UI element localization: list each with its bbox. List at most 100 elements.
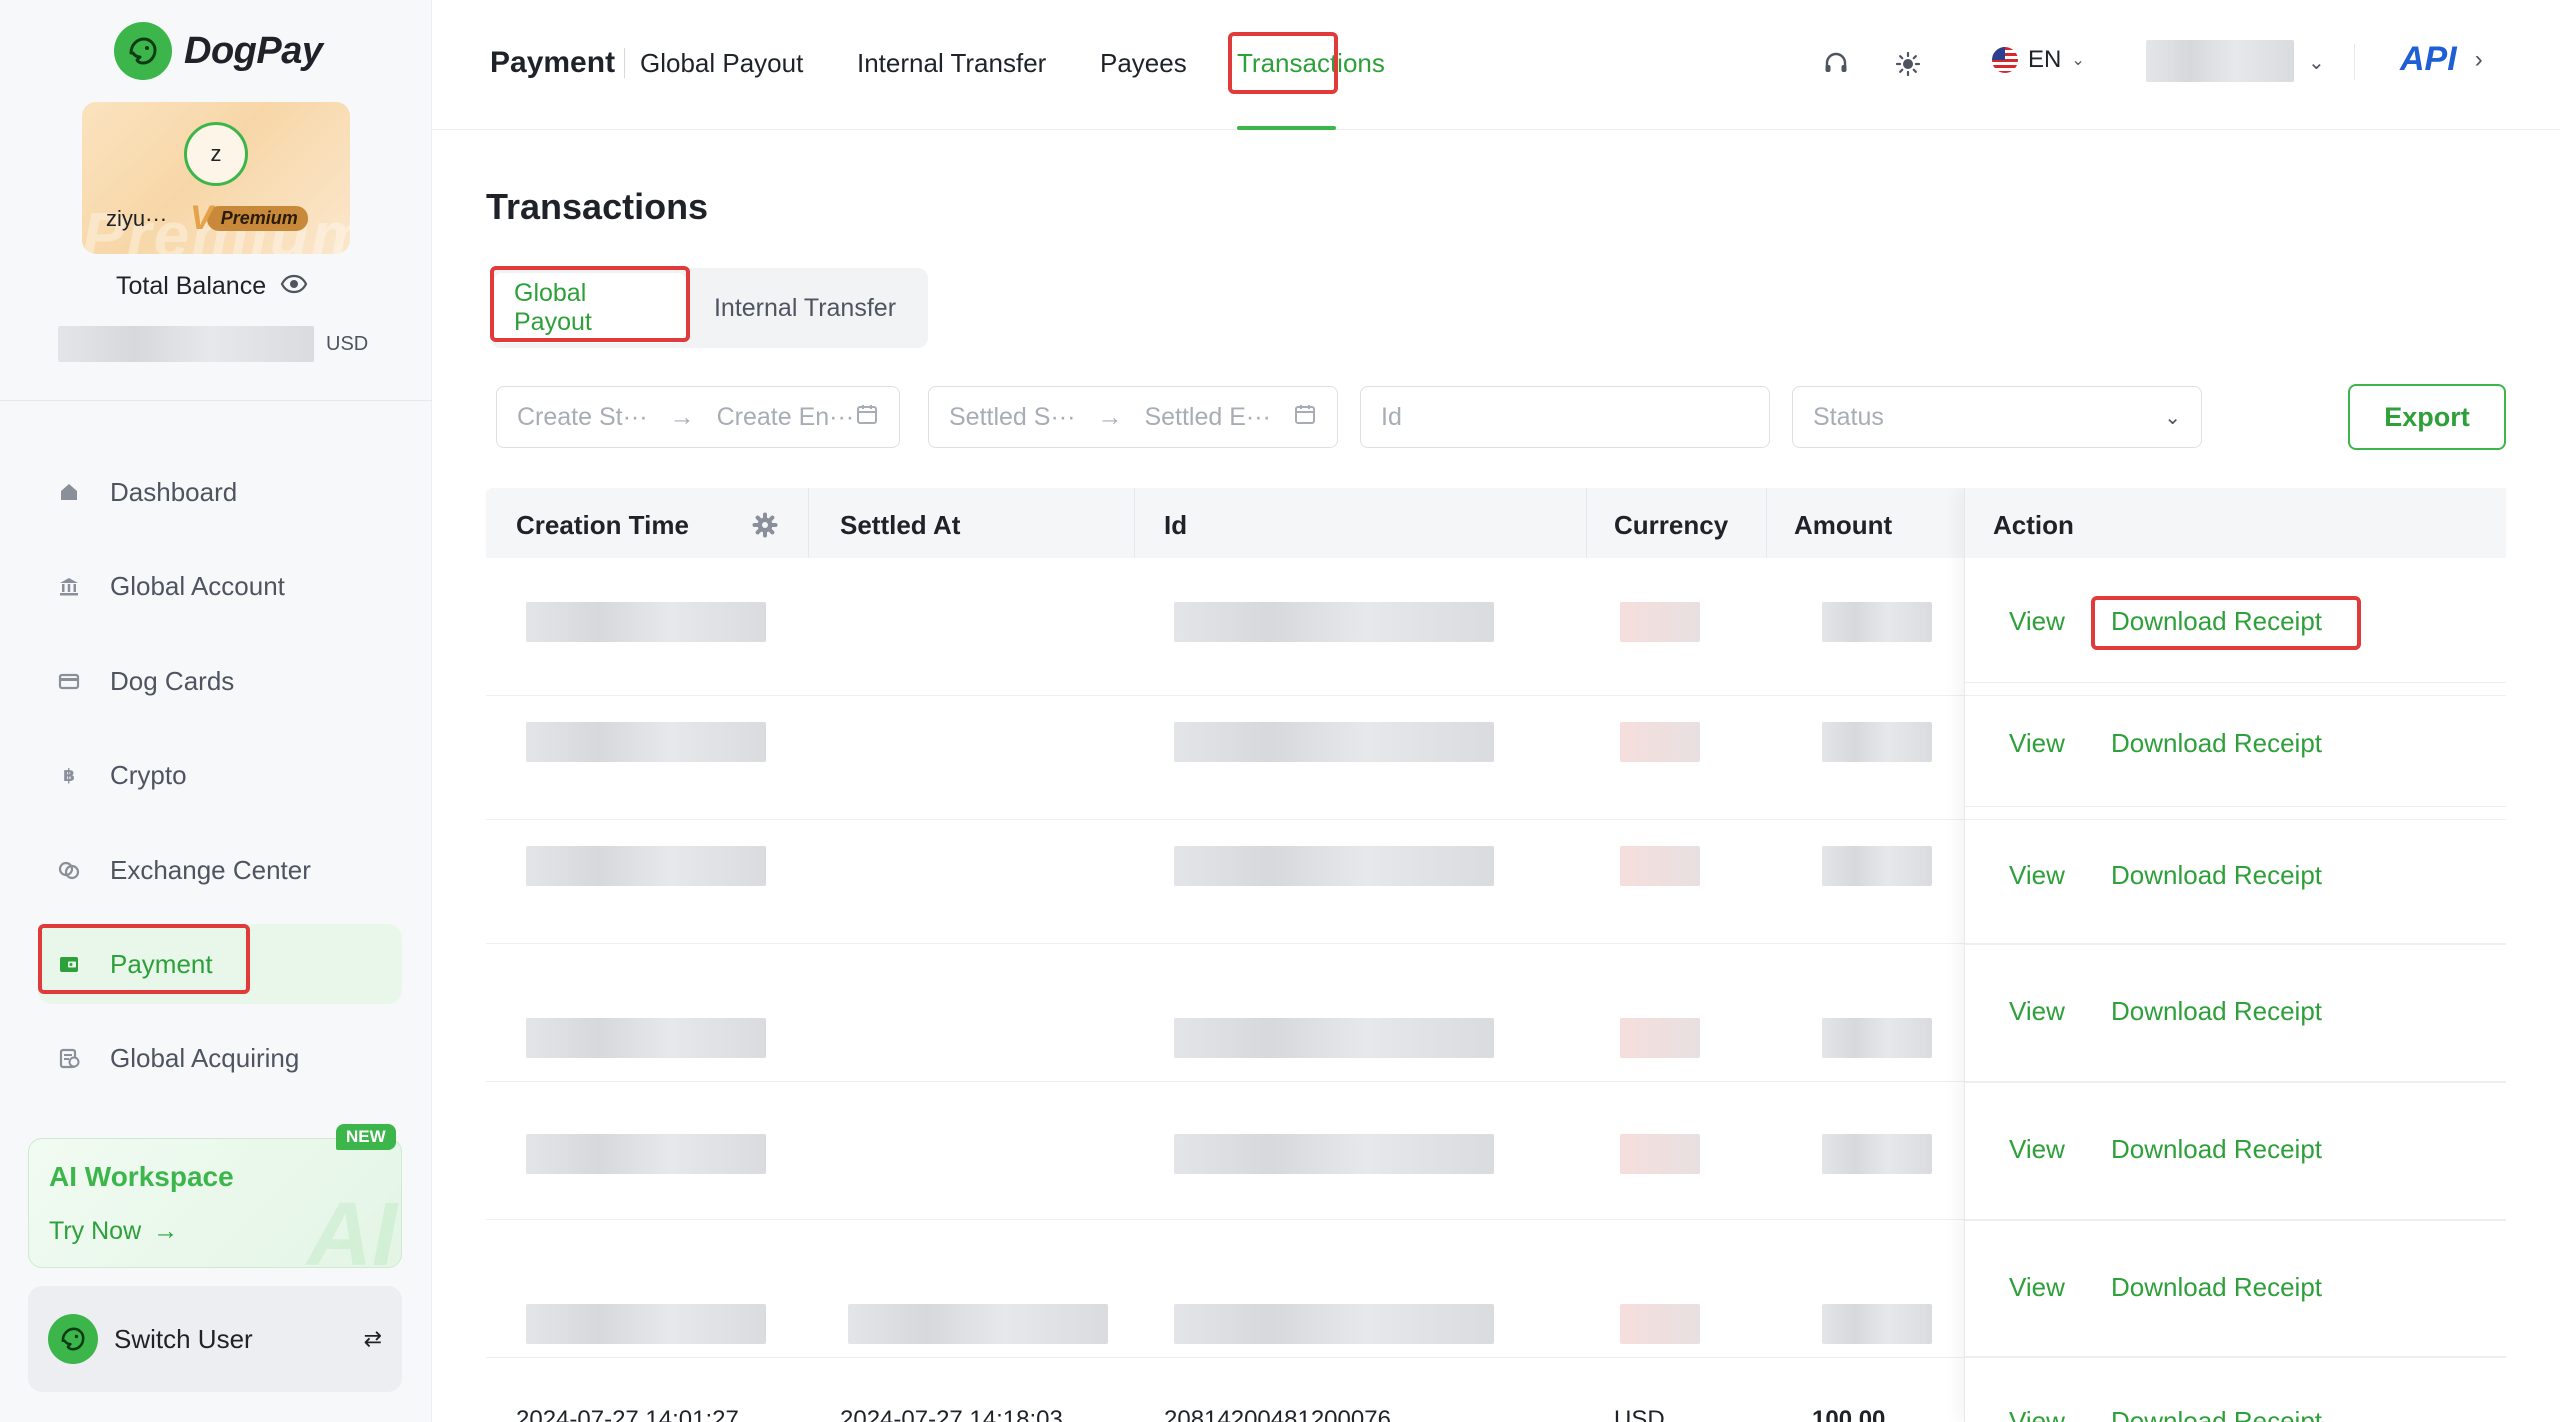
download-receipt-link[interactable]: Download Receipt	[2111, 1272, 2322, 1303]
sidebar-item-label: Payment	[110, 948, 213, 979]
tier-mark: V	[190, 198, 213, 237]
view-link[interactable]: View	[2009, 728, 2065, 759]
card-icon	[58, 670, 80, 692]
column-separator	[1586, 488, 1587, 558]
download-receipt-link[interactable]: Download Receipt	[2111, 860, 2322, 891]
sidebar: DogPay Premium z ziyu··· V Premium Total…	[0, 0, 432, 1422]
download-receipt-link[interactable]: Download Receipt	[2111, 996, 2322, 1027]
redacted-cell	[1174, 846, 1494, 886]
row-divider	[1965, 944, 2506, 945]
redacted-cell	[526, 1018, 766, 1058]
action-header: Action	[1965, 488, 2506, 558]
chevron-down-icon: ⌄	[2164, 406, 2181, 429]
dog-logo-icon	[48, 1314, 98, 1364]
switch-user-label: Switch User	[114, 1323, 253, 1354]
view-link[interactable]: View	[2009, 1134, 2065, 1165]
status-placeholder: Status	[1813, 402, 1884, 431]
redacted-cell	[1174, 722, 1494, 762]
arrow-right-icon: →	[153, 1217, 179, 1245]
column-creation-time: Creation Time	[516, 510, 689, 540]
transactions-table: Creation Time Settled At Id Currency Amo…	[486, 488, 2506, 1422]
segment-global-payout[interactable]: Global Payout	[494, 273, 686, 343]
redacted-cell	[1620, 722, 1700, 762]
view-link[interactable]: View	[2009, 860, 2065, 891]
ai-workspace-card[interactable]: AI AI Workspace Try Now →	[28, 1138, 402, 1268]
view-link[interactable]: View	[2009, 606, 2065, 637]
sidebar-item-label: Exchange Center	[110, 854, 311, 885]
topbar-separator	[2354, 44, 2355, 80]
column-amount: Amount	[1794, 510, 1893, 540]
download-receipt-link[interactable]: Download Receipt	[2111, 1406, 2322, 1422]
column-separator	[1766, 488, 1767, 558]
brand-logo[interactable]: DogPay	[114, 22, 323, 80]
sidebar-item-label: Global Account	[110, 570, 285, 601]
id-search-input[interactable]: Id	[1360, 386, 1770, 448]
section-title: Payment	[490, 46, 616, 79]
redacted-cell	[1620, 846, 1700, 886]
download-receipt-link[interactable]: Download Receipt	[2111, 606, 2322, 637]
export-button[interactable]: Export	[2348, 384, 2506, 450]
home-icon	[58, 481, 80, 503]
create-end-placeholder: Create En···	[716, 402, 855, 431]
swap-arrows-icon: ⇄	[363, 1326, 382, 1351]
balance-row: USD	[58, 326, 368, 362]
balance-label-text: Total Balance	[116, 272, 267, 300]
ai-workspace-title: AI Workspace	[49, 1161, 234, 1192]
exchange-icon	[58, 859, 80, 881]
bitcoin-icon: ฿	[58, 764, 80, 786]
download-receipt-link[interactable]: Download Receipt	[2111, 728, 2322, 759]
gear-icon[interactable]	[752, 512, 778, 538]
tab-payees[interactable]: Payees	[1100, 48, 1187, 79]
sidebar-divider	[0, 400, 432, 401]
sidebar-item-dog-cards[interactable]: Dog Cards	[38, 641, 402, 721]
redacted-cell	[848, 1304, 1108, 1344]
column-separator	[1134, 488, 1135, 558]
theme-sun-icon[interactable]	[1892, 48, 1924, 80]
download-receipt-link[interactable]: Download Receipt	[2111, 1134, 2322, 1165]
try-now-link[interactable]: Try Now →	[49, 1217, 178, 1246]
sidebar-item-global-acquiring[interactable]: Global Acquiring	[38, 1018, 402, 1098]
sidebar-item-crypto[interactable]: ฿ Crypto	[38, 735, 402, 815]
chevron-down-icon[interactable]: ⌄	[2308, 50, 2325, 75]
sidebar-item-label: Global Acquiring	[110, 1042, 300, 1073]
view-link[interactable]: View	[2009, 996, 2065, 1027]
status-select[interactable]: Status ⌄	[1792, 386, 2202, 448]
headset-icon[interactable]	[1820, 48, 1852, 80]
brand-name: DogPay	[184, 29, 323, 72]
partial-id: 20814200481200076	[1164, 1406, 1391, 1422]
redacted-cell	[1620, 1134, 1700, 1174]
svg-text:฿: ฿	[63, 766, 75, 786]
ai-card-watermark: AI	[307, 1185, 397, 1268]
api-link[interactable]: API ›	[2400, 40, 2483, 79]
sidebar-item-payment[interactable]: Payment	[38, 924, 402, 1004]
view-link[interactable]: View	[2009, 1272, 2065, 1303]
eye-icon[interactable]	[280, 272, 308, 301]
redacted-cell	[1174, 1134, 1494, 1174]
tab-transactions[interactable]: Transactions	[1237, 48, 1385, 79]
tab-global-payout[interactable]: Global Payout	[640, 48, 803, 79]
column-settled-at: Settled At	[840, 510, 961, 540]
language-selector[interactable]: EN ⌄	[1992, 46, 2085, 74]
settled-date-range-picker[interactable]: Settled S··· → Settled E···	[928, 386, 1338, 448]
view-link[interactable]: View	[2009, 1406, 2065, 1422]
sidebar-item-exchange-center[interactable]: Exchange Center	[38, 830, 402, 910]
redacted-cell	[526, 846, 766, 886]
sidebar-item-global-account[interactable]: Global Account	[38, 546, 402, 626]
user-card[interactable]: Premium z ziyu··· V Premium	[82, 102, 350, 254]
tab-internal-transfer[interactable]: Internal Transfer	[857, 48, 1046, 79]
chevron-down-icon: ⌄	[2071, 52, 2085, 69]
tier-label: Premium	[206, 205, 308, 231]
segment-internal-transfer[interactable]: Internal Transfer	[686, 273, 924, 343]
calendar-icon	[1293, 402, 1317, 433]
try-now-label: Try Now	[49, 1217, 142, 1245]
create-date-range-picker[interactable]: Create St··· → Create En···	[496, 386, 900, 448]
redacted-cell	[526, 1134, 766, 1174]
chevron-right-icon: ›	[2474, 45, 2483, 73]
balance-currency: USD	[326, 332, 369, 355]
total-balance-label: Total Balance	[116, 272, 308, 301]
partial-creation-time: 2024-07-27 14:01:27	[516, 1406, 739, 1422]
account-name-redacted[interactable]	[2146, 40, 2294, 82]
partial-amount: 100.00	[1812, 1406, 1886, 1422]
switch-user-button[interactable]: Switch User ⇄	[28, 1286, 402, 1392]
sidebar-item-dashboard[interactable]: Dashboard	[38, 452, 402, 532]
